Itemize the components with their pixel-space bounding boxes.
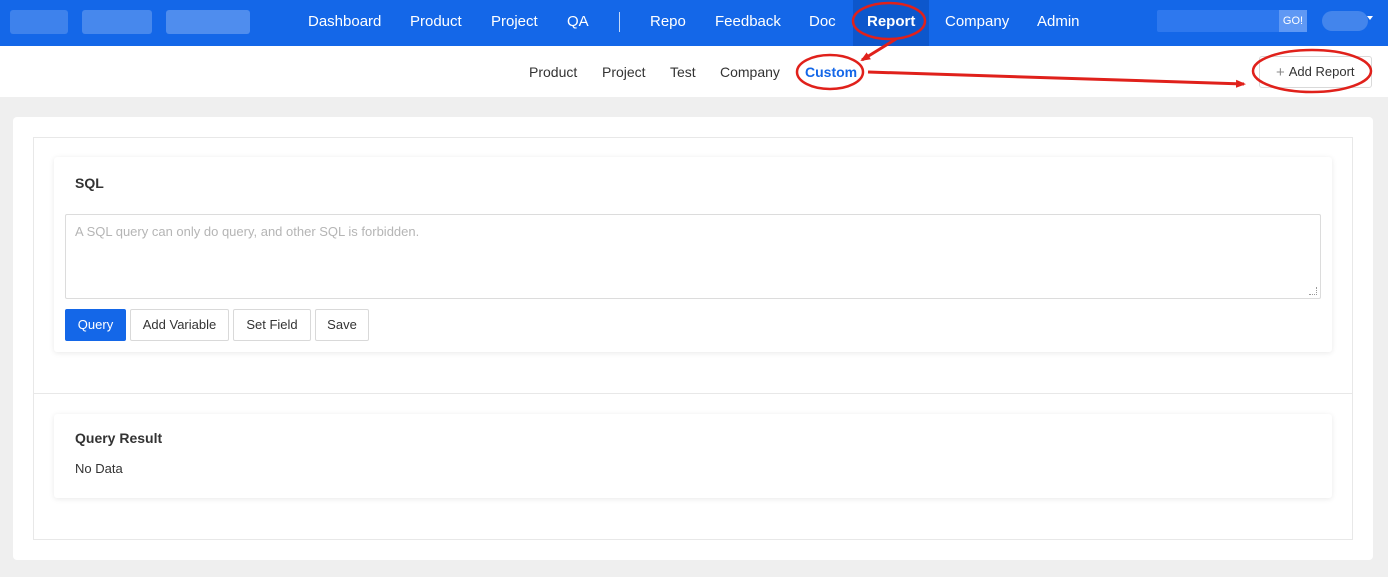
nav-product[interactable]: Product (410, 0, 462, 46)
search-go-button[interactable]: GO! (1279, 10, 1307, 32)
top-navbar: Dashboard Product Project QA Repo Feedba… (0, 0, 1388, 46)
product-name-blurred (166, 10, 250, 34)
nav-report[interactable]: Report (853, 0, 930, 46)
set-field-button[interactable]: Set Field (233, 309, 311, 341)
sql-card: SQL A SQL query can only do query, and o… (54, 157, 1332, 352)
nav-divider (619, 12, 620, 32)
subnav-product[interactable]: Product (529, 46, 577, 98)
no-data-text: No Data (75, 461, 123, 476)
sql-textarea[interactable]: A SQL query can only do query, and other… (65, 214, 1321, 299)
subnav-project[interactable]: Project (602, 46, 646, 98)
query-button[interactable]: Query (65, 309, 126, 341)
plus-icon: + (1276, 64, 1285, 81)
resize-handle-icon[interactable] (1309, 287, 1317, 295)
nav-doc[interactable]: Doc (809, 0, 836, 46)
user-menu-blurred[interactable] (1322, 11, 1368, 31)
logo-blurred[interactable] (10, 10, 68, 34)
subnav-custom[interactable]: Custom (805, 46, 857, 98)
nav-company[interactable]: Company (945, 0, 1009, 46)
nav-admin[interactable]: Admin (1037, 0, 1080, 46)
subnav-test[interactable]: Test (670, 46, 696, 98)
add-report-button[interactable]: + Add Report (1259, 56, 1372, 88)
report-subnav: Product Project Test Company Custom + Add… (0, 46, 1388, 97)
nav-repo[interactable]: Repo (650, 0, 686, 46)
subnav-company[interactable]: Company (720, 46, 780, 98)
save-button[interactable]: Save (315, 309, 369, 341)
nav-qa[interactable]: QA (567, 0, 589, 46)
query-result-title: Query Result (75, 430, 163, 446)
nav-feedback[interactable]: Feedback (715, 0, 781, 46)
add-report-label: Add Report (1288, 64, 1355, 79)
nav-dashboard[interactable]: Dashboard (308, 0, 381, 46)
add-variable-button[interactable]: Add Variable (130, 309, 229, 341)
caret-down-icon[interactable] (1367, 16, 1373, 20)
nav-project[interactable]: Project (491, 0, 538, 46)
query-result-card: Query Result No Data (54, 414, 1332, 498)
search-input[interactable]: GO! (1157, 10, 1307, 32)
sql-placeholder: A SQL query can only do query, and other… (75, 224, 420, 239)
sql-card-title: SQL (75, 175, 104, 191)
product-name-blurred (82, 10, 152, 34)
